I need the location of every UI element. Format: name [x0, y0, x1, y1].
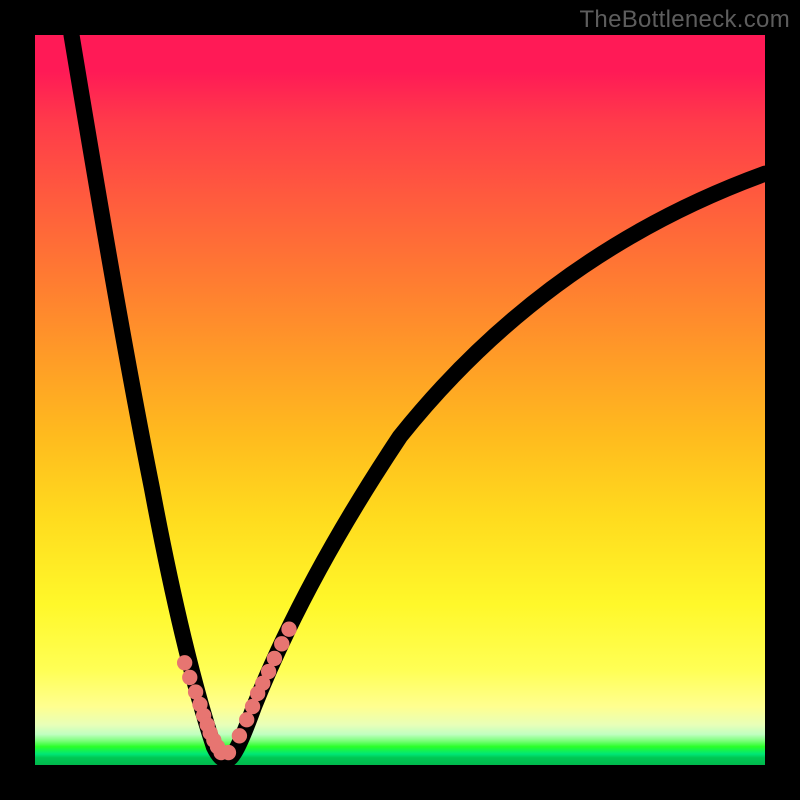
data-marker	[281, 622, 296, 637]
data-marker	[261, 664, 276, 679]
chart-svg	[35, 35, 765, 765]
data-marker	[267, 651, 282, 666]
data-marker	[182, 670, 197, 685]
watermark-text: TheBottleneck.com	[579, 6, 790, 34]
bottleneck-curve-right	[226, 174, 765, 760]
data-marker	[177, 655, 192, 670]
bottleneck-curve-left	[72, 35, 227, 760]
data-marker	[239, 712, 254, 727]
data-marker	[245, 699, 260, 714]
data-marker	[221, 745, 236, 760]
data-marker	[274, 636, 289, 651]
data-marker	[232, 728, 247, 743]
marker-group	[177, 622, 297, 761]
plot-area	[35, 35, 765, 765]
chart-container: TheBottleneck.com	[0, 0, 800, 800]
